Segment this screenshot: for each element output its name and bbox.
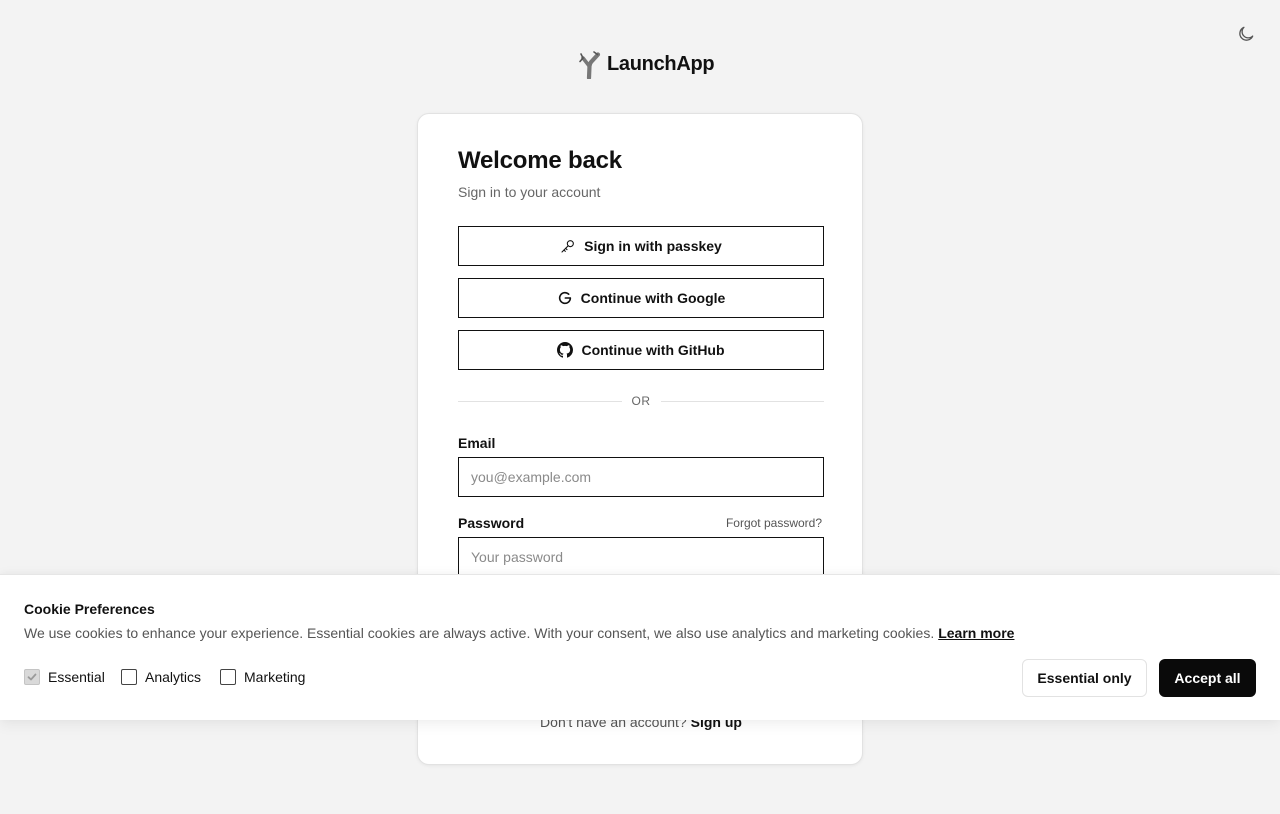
brand-name: LaunchApp [607, 52, 715, 75]
analytics-label[interactable]: Analytics [145, 669, 201, 685]
theme-toggle-button[interactable] [1234, 22, 1258, 46]
marketing-checkbox[interactable] [220, 669, 236, 685]
page-title: Welcome back [458, 147, 622, 174]
consent-essential: Essential [24, 669, 105, 685]
page-subtitle: Sign in to your account [458, 184, 601, 200]
brand-logo[interactable]: LaunchApp [577, 48, 715, 80]
marketing-label[interactable]: Marketing [244, 669, 305, 685]
consent-marketing[interactable]: Marketing [220, 669, 305, 685]
cookie-description: We use cookies to enhance your experienc… [24, 625, 1014, 641]
github-button[interactable]: Continue with GitHub [458, 330, 824, 370]
github-icon [557, 342, 574, 358]
cookie-title: Cookie Preferences [24, 601, 155, 617]
analytics-checkbox[interactable] [121, 669, 137, 685]
github-button-label: Continue with GitHub [581, 342, 725, 358]
moon-icon [1239, 26, 1254, 41]
check-icon [27, 673, 37, 681]
passkey-button-label: Sign in with passkey [584, 238, 722, 254]
slingshot-icon [579, 51, 601, 79]
forgot-password-link[interactable]: Forgot password? [726, 516, 822, 530]
essential-only-button[interactable]: Essential only [1022, 659, 1147, 697]
password-field[interactable] [458, 537, 824, 577]
google-icon [558, 291, 571, 305]
cookie-text: We use cookies to enhance your experienc… [24, 625, 935, 641]
email-label: Email [458, 435, 496, 451]
accept-all-button[interactable]: Accept all [1159, 659, 1256, 697]
learn-more-link[interactable]: Learn more [938, 625, 1014, 641]
passkey-button[interactable]: Sign in with passkey [458, 226, 824, 266]
essential-label: Essential [48, 669, 105, 685]
google-button-label: Continue with Google [580, 290, 726, 306]
consent-analytics[interactable]: Analytics [121, 669, 201, 685]
or-divider: OR [458, 393, 824, 409]
cookie-banner: Cookie Preferences We use cookies to enh… [0, 574, 1280, 720]
google-button[interactable]: Continue with Google [458, 278, 824, 318]
essential-checkbox [24, 669, 40, 685]
email-field[interactable] [458, 457, 824, 497]
divider-line [458, 400, 622, 402]
divider-text: OR [631, 394, 651, 408]
divider-line [660, 400, 824, 402]
password-label: Password [458, 515, 525, 531]
key-icon [561, 240, 575, 253]
